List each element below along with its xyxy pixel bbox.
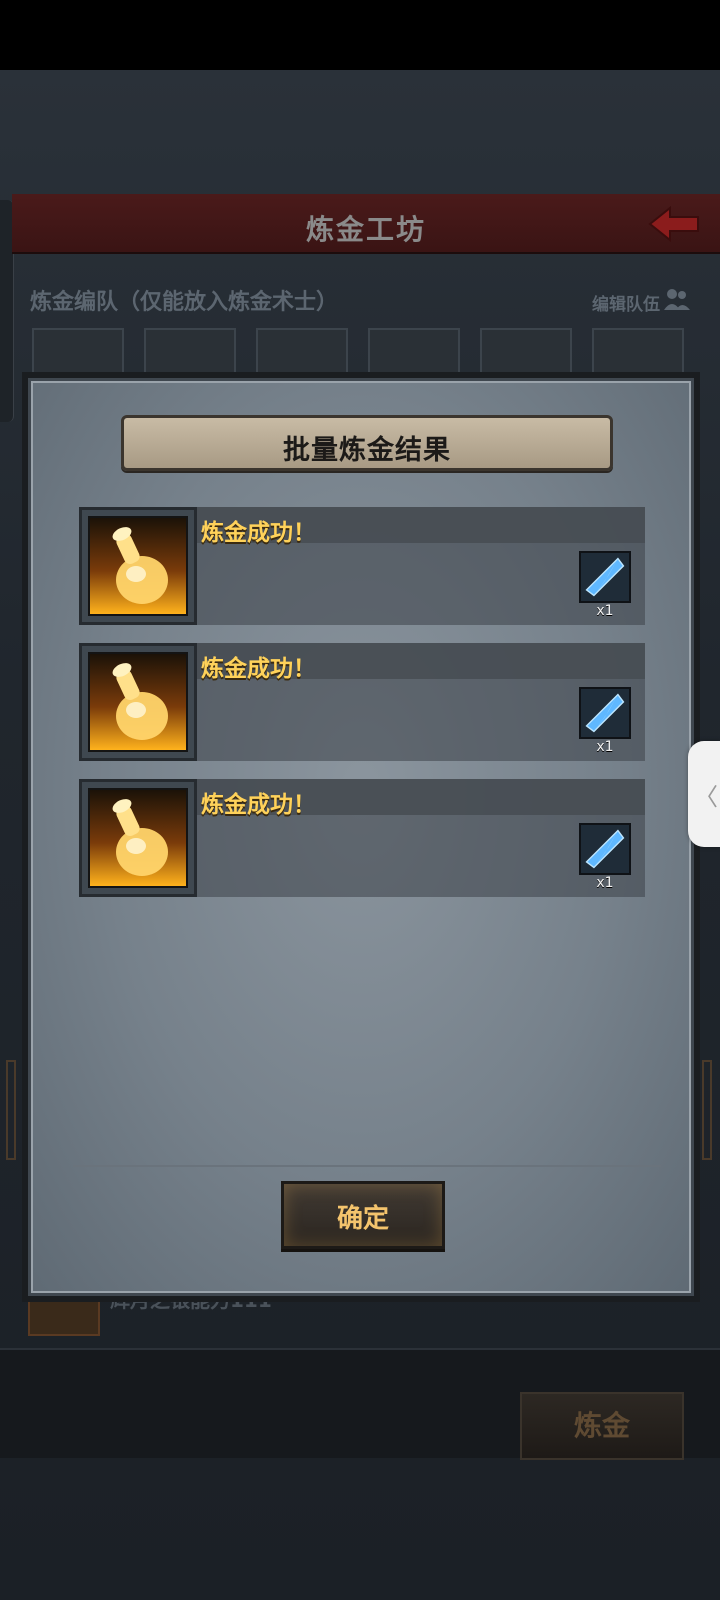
blue-crystal-icon bbox=[579, 687, 631, 739]
blue-crystal-icon bbox=[579, 551, 631, 603]
chevron-left-icon: 〈 bbox=[694, 783, 718, 811]
alchemy-button[interactable]: 炼金 bbox=[520, 1392, 684, 1460]
confirm-label: 确定 bbox=[336, 1204, 389, 1234]
page-title: 炼金工坊 bbox=[305, 213, 426, 246]
golden-potion-icon bbox=[79, 507, 197, 625]
dialog-divider bbox=[73, 1165, 661, 1167]
reward-quantity: x1 bbox=[596, 603, 614, 619]
golden-potion-icon bbox=[79, 643, 197, 761]
dialog-title: 批量炼金结果 bbox=[283, 435, 451, 466]
result-list: 炼金成功！ x1 炼金成功！ x1 炼金成功！ x1 bbox=[79, 507, 645, 915]
dialog-title-plate: 批量炼金结果 bbox=[121, 415, 613, 471]
dialog-panel: 批量炼金结果 炼金成功！ x1 炼金成功！ x1 炼金成功！ x1 确定 bbox=[28, 378, 694, 1296]
team-label: 炼金编队（仅能放入炼金术士） bbox=[30, 290, 339, 315]
confirm-button[interactable]: 确定 bbox=[281, 1181, 445, 1249]
reward-quantity: x1 bbox=[596, 739, 614, 755]
workshop-header: 炼金工坊 bbox=[12, 194, 720, 254]
team-edit-icon bbox=[664, 289, 690, 310]
frame-ornament-left bbox=[6, 1060, 16, 1160]
alchemy-workshop-screen: 炼金工坊 炼金编队（仅能放入炼金术士） 编辑队伍 辉月之银能力111 炼金 批量… bbox=[0, 0, 720, 1600]
status-bar bbox=[0, 0, 720, 70]
result-text: 炼金成功！ bbox=[201, 656, 316, 682]
side-panel-handle[interactable]: 〈 bbox=[688, 741, 720, 847]
edit-team-button[interactable]: 编辑队伍 bbox=[592, 290, 660, 315]
frame-ornament-right bbox=[702, 1060, 712, 1160]
result-row: 炼金成功！ x1 bbox=[79, 779, 645, 897]
golden-potion-icon bbox=[79, 779, 197, 897]
result-row: 炼金成功！ x1 bbox=[79, 643, 645, 761]
reward-quantity: x1 bbox=[596, 875, 614, 891]
back-arrow-icon[interactable] bbox=[646, 204, 702, 244]
result-text: 炼金成功！ bbox=[201, 792, 316, 818]
batch-result-dialog: 批量炼金结果 炼金成功！ x1 炼金成功！ x1 炼金成功！ x1 确定 bbox=[22, 372, 700, 1302]
result-text: 炼金成功！ bbox=[201, 520, 316, 546]
blue-crystal-icon bbox=[579, 823, 631, 875]
result-row: 炼金成功！ x1 bbox=[79, 507, 645, 625]
